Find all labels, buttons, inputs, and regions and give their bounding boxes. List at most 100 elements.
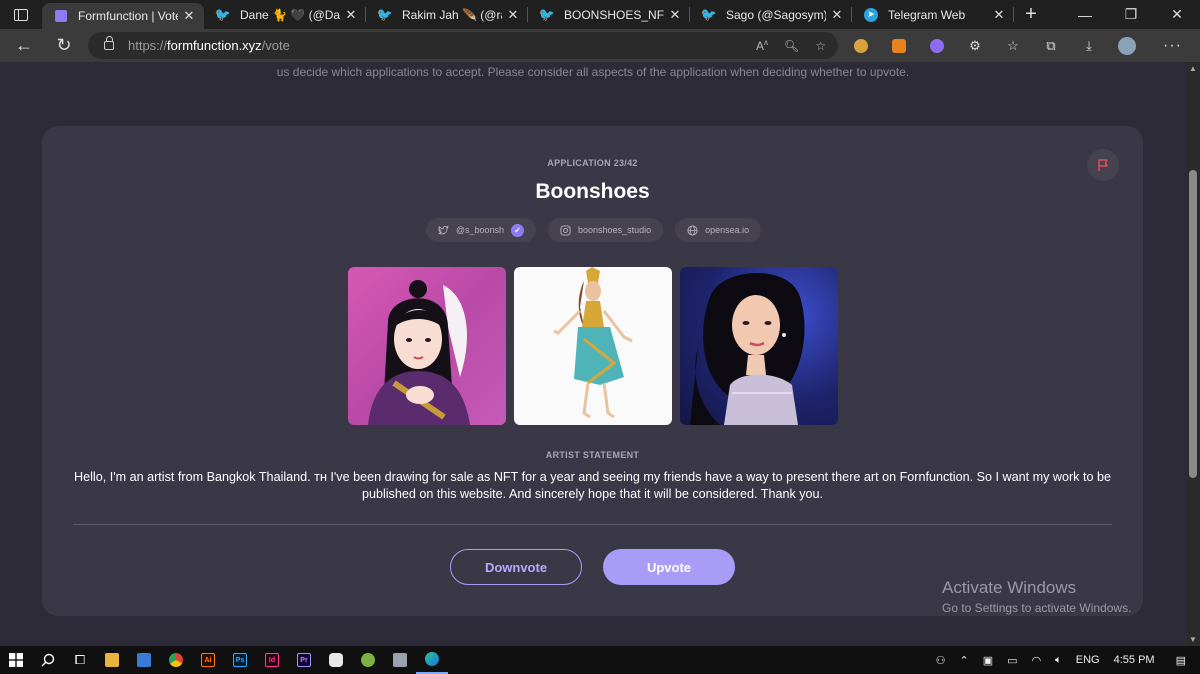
metamask-icon[interactable]: [888, 35, 910, 57]
illustrator-icon[interactable]: Ai: [192, 646, 224, 674]
scroll-up-arrow-icon[interactable]: ▲: [1186, 64, 1200, 73]
tab-label: Formfunction | Vote: [78, 9, 178, 23]
camera-icon[interactable]: ▣: [983, 654, 993, 667]
activate-windows-subtitle: Go to Settings to activate Windows.: [942, 601, 1132, 615]
extensions-bar: ⚙ ☆ ⧉ ⤓: [850, 29, 1138, 62]
windows-start-icon[interactable]: [0, 646, 32, 674]
add-favorite-icon[interactable]: ☆: [815, 39, 826, 53]
flag-icon: [1098, 159, 1108, 171]
browser-tab-strip: Formfunction | Vote ✕ 🐦 Dane 🐈 🖤 (@Danel…: [0, 0, 1200, 29]
task-view-icon[interactable]: ⧠: [64, 646, 96, 674]
formfunction-icon: [54, 9, 68, 23]
minimize-icon[interactable]: —: [1062, 0, 1108, 29]
close-tab-icon[interactable]: ✕: [668, 7, 682, 23]
artist-statement-label: ARTIST STATEMENT: [545, 450, 640, 460]
restore-icon[interactable]: ❐: [1108, 0, 1154, 29]
app-green-icon[interactable]: [352, 646, 384, 674]
premiere-icon[interactable]: Pr: [288, 646, 320, 674]
artwork-gallery: [348, 267, 838, 425]
wifi-icon[interactable]: ◠: [1032, 654, 1042, 667]
tab-twitter-sago[interactable]: 🐦 Sago (@Sagosym) / Tw ✕: [690, 0, 852, 29]
tab-formfunction[interactable]: Formfunction | Vote ✕: [42, 3, 204, 29]
back-arrow-icon[interactable]: ←: [4, 35, 44, 56]
intro-text: us decide which applications to accept. …: [276, 65, 910, 79]
website-link[interactable]: opensea.io: [675, 218, 762, 242]
instagram-link[interactable]: boonshoes_studio: [548, 218, 664, 242]
instagram-icon: [560, 224, 571, 236]
favorites-icon[interactable]: ☆: [1002, 35, 1024, 57]
tab-label: Sago (@Sagosym) / Tw: [726, 7, 826, 22]
lock-icon[interactable]: [104, 36, 114, 50]
close-tab-icon[interactable]: ✕: [506, 7, 520, 23]
indesign-icon[interactable]: Id: [256, 646, 288, 674]
address-bar[interactable]: https:// formfunction.xyz /vote Aʌ 🔍︎ ☆: [88, 32, 838, 59]
close-tab-icon[interactable]: ✕: [182, 8, 196, 24]
instagram-handle: boonshoes_studio: [578, 225, 652, 235]
file-explorer-icon[interactable]: [96, 646, 128, 674]
application-counter: APPLICATION 23/42: [547, 158, 638, 168]
phantom-wallet-icon[interactable]: [926, 35, 948, 57]
artwork-image[interactable]: [348, 267, 506, 425]
verified-check-icon: ✓: [511, 223, 525, 237]
tab-label: Dane 🐈 🖤 (@Danelli: [240, 7, 340, 22]
chat-app-icon[interactable]: [320, 646, 352, 674]
artwork-woman-portrait: [690, 272, 805, 425]
tab-label: BOONSHOES_NFT (@: [564, 7, 664, 22]
collections-icon[interactable]: ⧉: [1040, 35, 1062, 57]
downvote-button[interactable]: Downvote: [450, 549, 582, 585]
downloads-icon[interactable]: ⤓: [1078, 35, 1100, 57]
artwork-warrior-girl: [368, 280, 470, 425]
page-scrollbar[interactable]: ▲ ▼: [1186, 62, 1200, 646]
url-path: /vote: [261, 38, 290, 53]
artwork-image[interactable]: [514, 267, 672, 425]
scrollbar-thumb[interactable]: [1189, 170, 1197, 478]
search-icon[interactable]: [32, 646, 64, 674]
page-content: us decide which applications to accept. …: [0, 62, 1186, 646]
divider: [73, 524, 1112, 525]
tab-actions-menu-icon[interactable]: [0, 0, 42, 29]
artist-name: Boonshoes: [535, 180, 650, 203]
tab-telegram[interactable]: ➤ Telegram Web ✕: [852, 0, 1014, 29]
close-tab-icon[interactable]: ✕: [992, 7, 1006, 23]
photoshop-icon[interactable]: Ps: [224, 646, 256, 674]
notifications-icon[interactable]: ▤: [1176, 654, 1186, 667]
language-indicator[interactable]: ENG: [1076, 654, 1100, 666]
website-label: opensea.io: [705, 225, 750, 235]
read-aloud-icon[interactable]: Aʌ: [756, 38, 768, 53]
upvote-button[interactable]: Upvote: [603, 549, 735, 585]
tab-twitter-boonshoes[interactable]: 🐦 BOONSHOES_NFT (@ ✕: [528, 0, 690, 29]
twitter-icon: [438, 224, 449, 234]
people-icon[interactable]: ⚇: [936, 654, 946, 667]
more-menu-icon[interactable]: ···: [1163, 29, 1182, 62]
windows-taskbar: ⧠ Ai Ps Id Pr ⚇ ⌃ ▣ ▭ ◠ 🔈︎ ENG 4:55 PM ▤: [0, 646, 1200, 674]
report-flag-button[interactable]: [1087, 149, 1119, 181]
tab-label: Rakim Jah 🪶 (@rakim: [402, 7, 502, 22]
extensions-puzzle-icon[interactable]: ⚙: [964, 35, 986, 57]
battery-icon[interactable]: ▭: [1007, 654, 1017, 667]
edge-icon[interactable]: [416, 646, 448, 674]
tab-label: Telegram Web: [888, 7, 966, 22]
new-tab-button[interactable]: +: [1014, 0, 1048, 29]
store-icon[interactable]: [128, 646, 160, 674]
globe-icon: [687, 224, 698, 236]
zoom-icon[interactable]: 🔍︎: [784, 39, 799, 53]
twitter-handle: @s_boonsh: [455, 225, 505, 235]
chrome-icon[interactable]: [160, 646, 192, 674]
tab-twitter-dane[interactable]: 🐦 Dane 🐈 🖤 (@Danelli ✕: [204, 0, 366, 29]
show-hidden-icons-chevron-icon[interactable]: ⌃: [960, 654, 969, 667]
window-controls: — ❐ ✕: [1062, 0, 1200, 29]
close-window-icon[interactable]: ✕: [1154, 0, 1200, 29]
activate-windows-title: Activate Windows: [942, 578, 1077, 597]
extension-owl-icon[interactable]: [850, 35, 872, 57]
volume-icon[interactable]: 🔈︎: [1055, 654, 1062, 667]
profile-avatar[interactable]: [1116, 35, 1138, 57]
close-tab-icon[interactable]: ✕: [344, 7, 358, 23]
refresh-icon[interactable]: ↻: [44, 35, 84, 56]
artwork-image[interactable]: [680, 267, 838, 425]
close-tab-icon[interactable]: ✕: [830, 7, 844, 23]
clock[interactable]: 4:55 PM: [1114, 654, 1155, 666]
tab-twitter-rakim[interactable]: 🐦 Rakim Jah 🪶 (@rakim ✕: [366, 0, 528, 29]
scroll-down-arrow-icon[interactable]: ▼: [1186, 635, 1200, 644]
remote-desktop-icon[interactable]: [384, 646, 416, 674]
twitter-link[interactable]: @s_boonsh ✓: [425, 218, 537, 242]
